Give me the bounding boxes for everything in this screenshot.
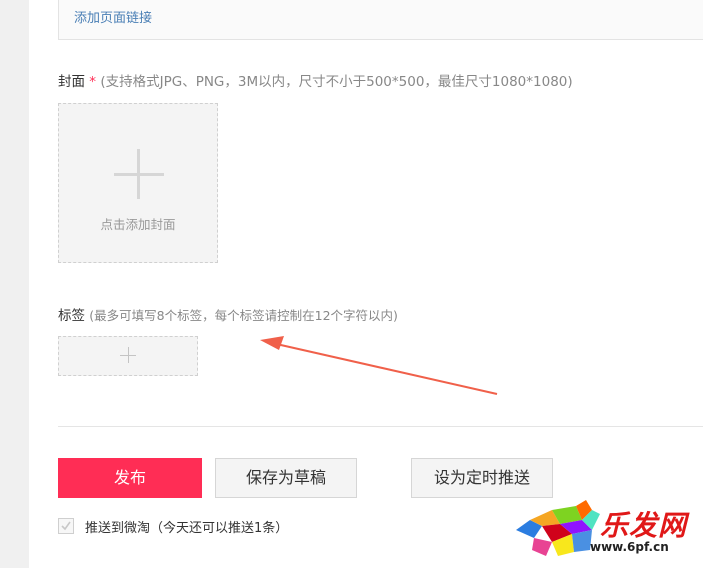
schedule-button[interactable]: 设为定时推送 <box>411 458 553 498</box>
publish-button[interactable]: 发布 <box>58 458 202 498</box>
weibo-push-label: 推送到微淘（今天还可以推送1条） <box>85 521 289 536</box>
watermark-brand: 乐发网 <box>600 509 688 542</box>
watermark-url: www.6pf.cn <box>590 540 669 554</box>
bull-logo-icon <box>516 500 600 556</box>
check-icon <box>61 521 71 531</box>
save-draft-button[interactable]: 保存为草稿 <box>215 458 357 498</box>
watermark: 乐发网 www.6pf.cn <box>512 500 703 568</box>
weibo-checkbox[interactable] <box>58 518 74 534</box>
divider <box>58 426 703 427</box>
